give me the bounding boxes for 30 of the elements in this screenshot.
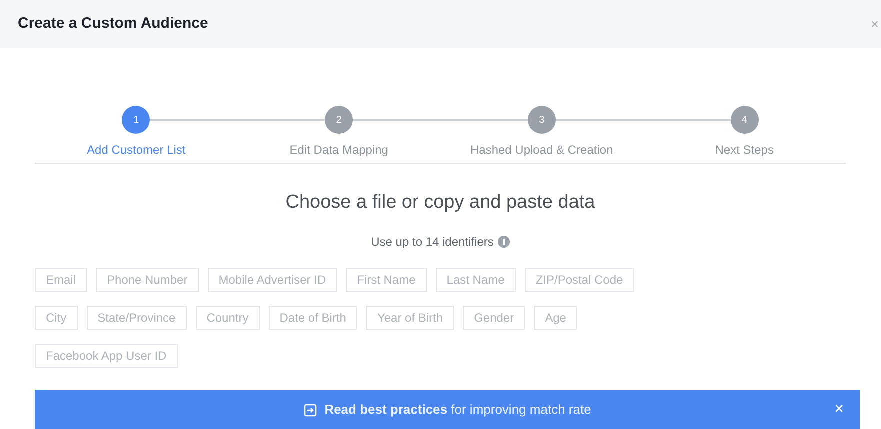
window-title: Create a Custom Audience xyxy=(18,14,208,34)
section-heading: Choose a file or copy and paste data xyxy=(286,191,596,215)
subheading: Use up to 14 identifiers xyxy=(371,234,494,250)
info-icon[interactable] xyxy=(498,236,510,248)
identifier-tag: Gender xyxy=(463,306,526,330)
identifier-tag: Mobile Advertiser ID xyxy=(208,268,338,292)
step-label: Next Steps xyxy=(715,142,774,159)
identifier-tag: Facebook App User ID xyxy=(35,344,178,368)
identifier-tag: City xyxy=(35,306,78,330)
identifier-tag: State/Province xyxy=(86,306,187,330)
step-label: Hashed Upload & Creation xyxy=(470,142,614,159)
identifier-tag: Age xyxy=(534,306,578,330)
identifier-tag: Email xyxy=(35,268,88,292)
link-icon xyxy=(304,404,317,416)
identifier-tag: Phone Number xyxy=(96,268,199,292)
identifier-tag: Last Name xyxy=(436,268,516,292)
identifier-tag: Year of Birth xyxy=(366,306,454,330)
identifier-tag: Country xyxy=(196,306,260,330)
identifier-tag: ZIP/Postal Code xyxy=(524,268,634,292)
close-button[interactable]: × xyxy=(870,17,879,31)
identifier-tag: First Name xyxy=(346,268,427,292)
banner-text: Read best practices for improving match rate xyxy=(324,401,592,420)
step-number[interactable]: 2 xyxy=(325,106,354,134)
step-label: Edit Data Mapping xyxy=(290,142,388,159)
close-button[interactable]: × xyxy=(834,402,844,418)
step-number[interactable]: 4 xyxy=(730,106,759,134)
step-label: Add Customer List xyxy=(87,142,186,159)
step-number[interactable]: 1 xyxy=(122,106,150,134)
step-number[interactable]: 3 xyxy=(528,106,556,134)
identifier-tag: Date of Birth xyxy=(268,306,358,330)
